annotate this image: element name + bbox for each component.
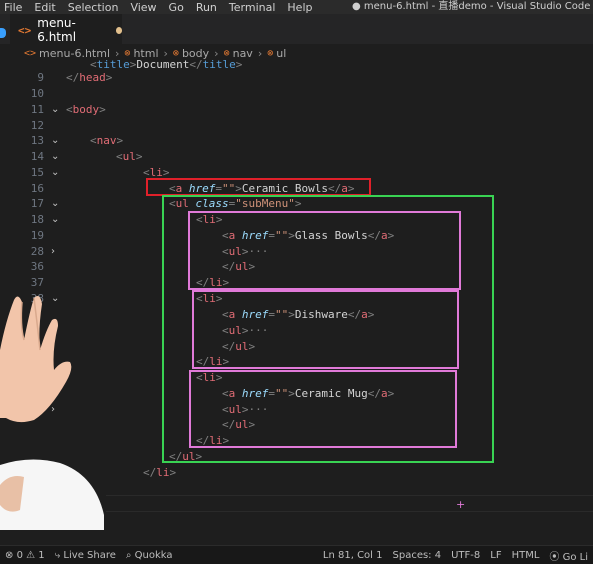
cursor-position[interactable]: Ln 81, Col 1 [318,550,388,561]
quokka-button[interactable]: ⌕ Quokka [121,550,178,561]
highlight-box-magenta [192,290,459,369]
code-line: <body> [66,103,106,116]
element-icon: ⊗ [267,47,274,59]
menu-terminal[interactable]: Terminal [223,1,282,14]
code-line-title: <title>Document</title> [90,58,243,71]
tab-label: menu-6.html [37,16,77,44]
html-file-icon: <> [18,23,32,37]
language-mode[interactable]: HTML [507,550,545,561]
code-line: </head> [66,71,113,84]
live-share-button[interactable]: ⤷ Live Share [50,550,121,561]
fold-chevron-down-icon[interactable]: ⌄ [51,149,59,164]
fold-chevron-down-icon[interactable]: ⌄ [51,165,59,180]
html-file-icon: <> [24,47,37,59]
code-line: </li> [143,466,177,479]
fold-chevron-down-icon[interactable]: ⌄ [51,102,59,117]
highlight-box-magenta [189,370,457,448]
fold-chevron-down-icon[interactable]: ⌄ [51,196,59,211]
fold-chevron-down-icon[interactable]: ⌄ [51,133,59,148]
code-line: <ul> [116,150,143,163]
encoding[interactable]: UTF-8 [446,550,485,561]
status-bar: ⊗ 0 ⚠ 1 ⤷ Live Share ⌕ Quokka Ln 81, Col… [0,545,593,564]
fold-chevron-right-icon[interactable]: › [51,244,55,259]
breadcrumb-ul[interactable]: ul [276,47,286,60]
menu-edit[interactable]: Edit [28,1,61,14]
menu-run[interactable]: Run [190,1,223,14]
problems-indicator[interactable]: ⊗ 0 ⚠ 1 [0,550,50,561]
code-line: <nav> [90,134,124,147]
go-live-button[interactable]: ⦿ Go Li [544,548,593,563]
unsaved-dot-icon [115,26,122,34]
current-line-highlight [106,495,593,512]
menu-selection[interactable]: Selection [62,1,125,14]
window-title: ● menu-6.html - 直播demo - Visual Studio C… [352,1,591,12]
quokka-label: Quokka [134,549,173,561]
activity-indicator [0,28,6,38]
tab-bar: <> menu-6.html [0,14,593,45]
indentation[interactable]: Spaces: 4 [388,550,447,561]
error-count: 0 [16,549,23,561]
go-live-label: Go Li [562,551,588,563]
presenter-body [0,459,104,530]
tab-menu-6[interactable]: <> menu-6.html [10,14,122,45]
cursor-plus-icon: + [456,498,466,511]
highlight-box-red [146,178,371,196]
menu-help[interactable]: Help [281,1,318,14]
breadcrumb: <> menu-6.html › ⊗ html › ⊗ body › ⊗ nav… [0,44,593,62]
warning-count: 1 [38,549,45,561]
line-ending[interactable]: LF [485,550,506,561]
menu-file[interactable]: File [0,1,28,14]
menu-go[interactable]: Go [163,1,190,14]
presenter-hand [0,296,72,423]
highlight-box-magenta [188,211,461,290]
live-share-label: Live Share [63,549,116,561]
chevron-right-icon: › [257,46,263,60]
fold-chevron-down-icon[interactable]: ⌄ [51,212,59,227]
menu-view[interactable]: View [124,1,162,14]
